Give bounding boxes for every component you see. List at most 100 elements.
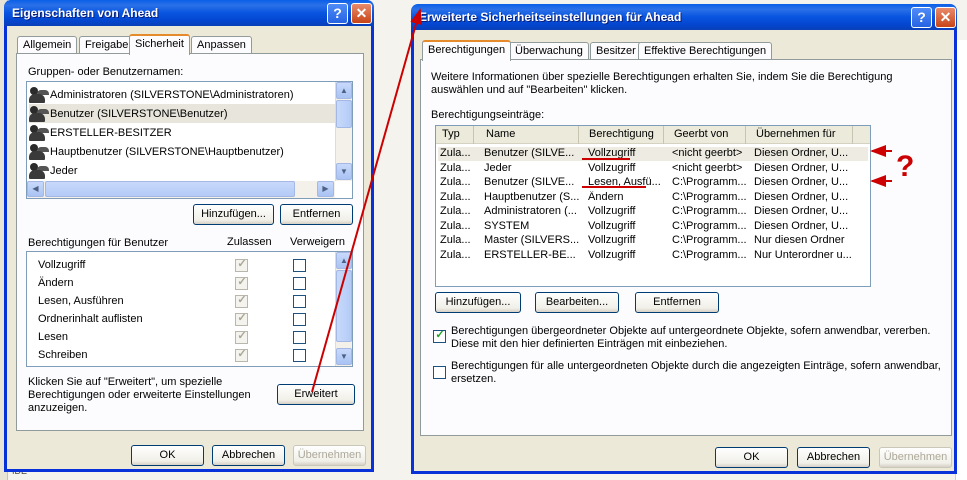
allow-checkbox[interactable]: ✓ xyxy=(235,294,248,308)
table-row[interactable]: Zula... Hauptbenutzer (S... Ändern C:\Progr… xyxy=(438,191,868,205)
info-text: Weitere Informationen über spezielle Ber… xyxy=(431,71,893,96)
table-cell: SYSTEM xyxy=(484,219,530,232)
table-cell: Vollzugriff xyxy=(588,205,636,217)
tab-sicherheit[interactable]: Sicherheit xyxy=(129,34,190,55)
permissions-vscrollbar[interactable]: ▲ ▼ xyxy=(335,252,352,366)
user-item[interactable]: Administratoren (SILVERSTONE\Administrat… xyxy=(29,85,294,104)
properties-dialog: Eigenschaften von Ahead ? ✕ Allgemein Fr… xyxy=(4,0,374,472)
remove-entry-button[interactable]: Entfernen xyxy=(635,292,719,313)
entries-label: Berechtigungseinträge: xyxy=(431,109,545,121)
allow-checkbox[interactable]: ✓ xyxy=(235,330,248,344)
table-cell: Lesen, Ausfü... xyxy=(588,176,661,188)
close-button[interactable]: ✕ xyxy=(351,3,372,24)
allow-column-label: Zulassen xyxy=(227,236,272,248)
deny-checkbox[interactable] xyxy=(293,259,306,272)
table-cell: Diesen Ordner, U... xyxy=(754,161,849,174)
scroll-down-icon[interactable]: ▼ xyxy=(336,348,352,365)
table-cell: Jeder xyxy=(484,161,512,174)
table-cell: Vollzugriff xyxy=(588,219,636,232)
permission-label: Vollzugriff xyxy=(38,259,86,271)
deny-checkbox[interactable] xyxy=(293,277,306,290)
remove-user-button[interactable]: Entfernen xyxy=(280,204,353,225)
scroll-thumb[interactable] xyxy=(336,100,352,128)
table-row[interactable]: Zula... Benutzer (SILVE... Lesen, Ausfü...… xyxy=(438,176,868,190)
tab-effektive-berechtigungen[interactable]: Effektive Berechtigungen xyxy=(638,42,773,60)
users-hscrollbar[interactable]: ◀ ▶ xyxy=(27,181,335,198)
allow-checkbox[interactable]: ✓ xyxy=(235,348,248,362)
deny-checkbox[interactable] xyxy=(293,349,306,362)
deny-checkbox[interactable] xyxy=(293,295,306,308)
table-row[interactable]: Zula... Benutzer (SILVE... Vollzugriff <nic… xyxy=(438,147,868,161)
permission-row: Ändern ✓ xyxy=(27,275,335,293)
user-item[interactable]: Hauptbenutzer (SILVERSTONE\Hauptbenutzer… xyxy=(29,142,284,161)
scroll-thumb[interactable] xyxy=(336,270,352,342)
help-button[interactable]: ? xyxy=(911,7,932,28)
table-cell: Vollzugriff xyxy=(588,248,636,261)
scroll-up-icon[interactable]: ▲ xyxy=(336,82,352,99)
deny-checkbox[interactable] xyxy=(293,331,306,344)
user-group-icon xyxy=(29,162,47,179)
ok-button[interactable]: OK xyxy=(715,447,788,468)
table-cell: <nicht geerbt> xyxy=(672,147,743,159)
user-group-icon xyxy=(29,143,47,160)
user-item[interactable]: ERSTELLER-BESITZER xyxy=(29,123,172,142)
table-cell: C:\Programm... xyxy=(672,176,747,188)
apply-button[interactable]: Übernehmen xyxy=(879,447,952,468)
table-cell: C:\Programm... xyxy=(672,248,747,261)
hscroll-thumb[interactable] xyxy=(45,181,295,197)
edit-entry-button[interactable]: Bearbeiten... xyxy=(535,292,619,313)
tab-berechtigungen[interactable]: Berechtigungen xyxy=(422,40,512,61)
user-item-label: Administratoren (SILVERSTONE\Administrat… xyxy=(50,88,294,101)
table-row[interactable]: Zula... Administratoren (... Vollzugriff C:… xyxy=(438,205,868,219)
users-listbox[interactable]: Administratoren (SILVERSTONE\Administrat… xyxy=(26,81,353,199)
add-entry-button[interactable]: Hinzufügen... xyxy=(435,292,521,313)
close-button[interactable]: ✕ xyxy=(935,7,956,28)
advanced-button[interactable]: Erweitert xyxy=(277,384,355,405)
add-user-button[interactable]: Hinzufügen... xyxy=(193,204,274,225)
column-header-name[interactable]: Name xyxy=(474,126,579,144)
scroll-left-icon[interactable]: ◀ xyxy=(27,181,44,197)
table-header: Typ Name Berechtigung Geerbt von Überneh… xyxy=(436,126,870,144)
checkmark-icon: ✓ xyxy=(435,329,445,341)
allow-checkbox[interactable]: ✓ xyxy=(235,276,248,290)
table-cell: ERSTELLER-BE... xyxy=(484,248,576,261)
user-item[interactable]: Benutzer (SILVERSTONE\Benutzer) xyxy=(29,104,335,123)
apply-button[interactable]: Übernehmen xyxy=(293,445,366,466)
tab-freigabe[interactable]: Freigabe xyxy=(79,36,135,54)
help-button[interactable]: ? xyxy=(327,3,348,24)
table-row[interactable]: Zula... Jeder Vollzugriff <nicht geerbt> Die… xyxy=(438,162,868,176)
table-cell: Zula... xyxy=(440,248,471,261)
table-row[interactable]: Zula... ERSTELLER-BE... Vollzugriff C:\Prog… xyxy=(438,249,868,263)
allow-checkbox[interactable]: ✓ xyxy=(235,312,248,326)
scroll-right-icon[interactable]: ▶ xyxy=(317,181,334,197)
tab-ueberwachung[interactable]: Überwachung xyxy=(509,42,589,60)
column-header-apply[interactable]: Übernehmen für xyxy=(746,126,853,144)
tab-allgemein[interactable]: Allgemein xyxy=(17,36,78,54)
table-cell: Diesen Ordner, U... xyxy=(754,176,849,188)
scroll-up-icon[interactable]: ▲ xyxy=(336,252,352,269)
cancel-button[interactable]: Abbrechen xyxy=(212,445,285,466)
table-row[interactable]: Zula... Master (SILVERS... Vollzugriff C:\P… xyxy=(438,234,868,248)
permission-row: Lesen ✓ xyxy=(27,329,335,347)
user-item[interactable]: Jeder xyxy=(29,161,78,180)
advanced-hint-text: Klicken Sie auf "Erweitert", um speziell… xyxy=(28,376,251,414)
table-cell: Diesen Ordner, U... xyxy=(754,219,849,232)
ok-button[interactable]: OK xyxy=(131,445,204,466)
tab-besitzer[interactable]: Besitzer xyxy=(590,42,642,60)
replace-checkbox[interactable] xyxy=(433,366,446,379)
permission-entries-table[interactable]: Typ Name Berechtigung Geerbt von Überneh… xyxy=(435,125,871,287)
deny-checkbox[interactable] xyxy=(293,313,306,326)
cancel-button[interactable]: Abbrechen xyxy=(797,447,870,468)
scroll-down-icon[interactable]: ▼ xyxy=(336,163,352,180)
properties-titlebar[interactable]: Eigenschaften von Ahead xyxy=(4,0,374,26)
tab-anpassen[interactable]: Anpassen xyxy=(191,36,252,54)
column-header-inherited[interactable]: Geerbt von xyxy=(664,126,746,144)
allow-checkbox[interactable]: ✓ xyxy=(235,258,248,272)
column-header-typ[interactable]: Typ xyxy=(436,126,474,144)
user-item-label: ERSTELLER-BESITZER xyxy=(50,126,172,139)
column-header-permission[interactable]: Berechtigung xyxy=(579,126,664,144)
inherit-checkbox[interactable]: ✓ xyxy=(433,329,446,343)
advanced-titlebar[interactable]: Erweiterte Sicherheitseinstellungen für … xyxy=(411,4,957,30)
table-row[interactable]: Zula... SYSTEM Vollzugriff C:\Programm... Di… xyxy=(438,220,868,234)
users-vscrollbar[interactable]: ▲ ▼ xyxy=(335,82,352,181)
